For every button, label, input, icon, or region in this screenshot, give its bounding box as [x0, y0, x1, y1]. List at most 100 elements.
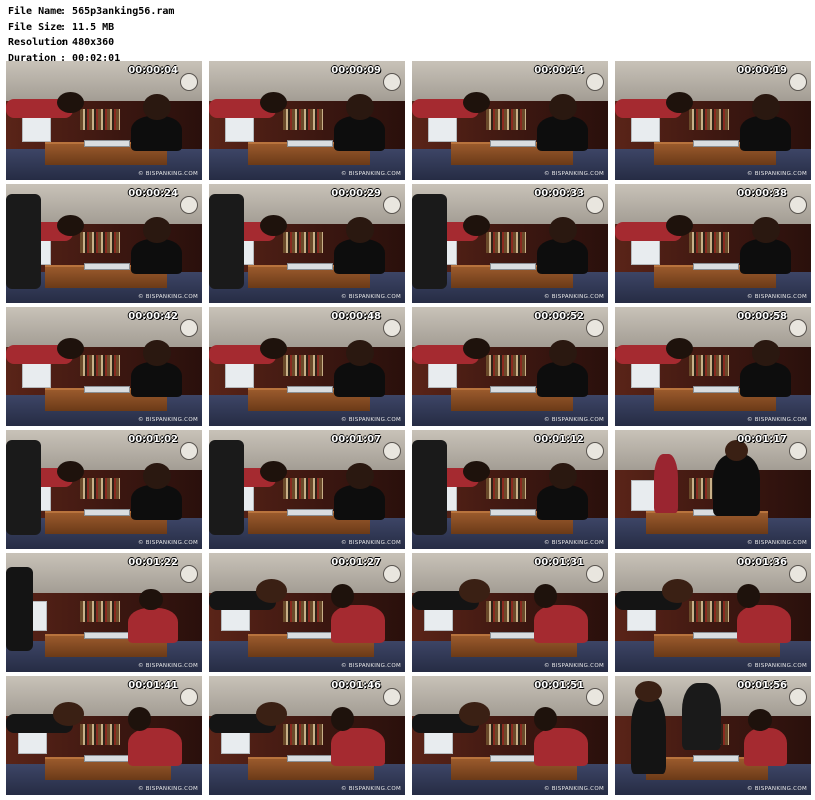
figure-head — [346, 94, 374, 121]
bookshelf — [486, 477, 526, 499]
clock-icon — [789, 442, 807, 460]
bookshelf — [689, 231, 729, 253]
figure-head — [634, 680, 663, 703]
book — [693, 754, 739, 763]
clock-icon — [586, 73, 604, 91]
figure-head — [330, 706, 355, 731]
video-thumbnail: 00:00:38 © BISPANKING.COM — [615, 184, 811, 303]
clock-icon — [180, 565, 198, 583]
thumbnail-timestamp: 00:00:19 — [737, 65, 787, 76]
figure-head — [256, 579, 288, 603]
thumbnail-timestamp: 00:00:24 — [128, 188, 178, 199]
thumbnail-timestamp: 00:00:09 — [331, 65, 381, 76]
standing-figure — [6, 193, 42, 289]
clock-icon — [180, 196, 198, 214]
clock-icon — [383, 565, 401, 583]
bookshelf — [486, 600, 526, 622]
clock-icon — [789, 688, 807, 706]
figure-head — [736, 583, 761, 608]
book — [490, 262, 536, 271]
figure-red — [127, 728, 183, 767]
watermark: © BISPANKING.COM — [137, 663, 198, 669]
watermark: © BISPANKING.COM — [543, 663, 604, 669]
figure-red — [330, 605, 386, 644]
figure-black — [537, 361, 589, 398]
clock-icon — [383, 442, 401, 460]
standing-figure-red — [654, 453, 678, 514]
figure-black — [334, 484, 386, 521]
thumbnail-timestamp: 00:01:07 — [331, 434, 381, 445]
figure-red — [330, 728, 386, 767]
clock-icon — [789, 73, 807, 91]
video-thumbnail: 00:00:09 © BISPANKING.COM — [209, 61, 405, 180]
figure-red — [744, 728, 788, 767]
figure-black — [630, 695, 666, 774]
video-thumbnail: 00:00:14 © BISPANKING.COM — [412, 61, 608, 180]
clock-icon — [586, 442, 604, 460]
figure-head — [662, 579, 694, 603]
watermark: © BISPANKING.COM — [746, 417, 807, 423]
clock-icon — [383, 73, 401, 91]
book — [84, 631, 130, 640]
file-info-value: 11.5 MB — [66, 21, 115, 33]
bookshelf — [486, 723, 526, 745]
thumbnail-timestamp: 00:00:42 — [128, 311, 178, 322]
bookshelf — [486, 108, 526, 130]
watermark: © BISPANKING.COM — [746, 294, 807, 300]
standing-figure — [6, 439, 42, 535]
thumbnail-timestamp: 00:01:12 — [534, 434, 584, 445]
figure-head — [143, 463, 171, 490]
clock-icon — [789, 196, 807, 214]
figure-red — [127, 607, 179, 644]
book — [287, 754, 333, 763]
clock-icon — [180, 442, 198, 460]
figure-black — [131, 238, 183, 275]
video-thumbnail: 00:00:33 © BISPANKING.COM — [412, 184, 608, 303]
figure-black — [131, 361, 183, 398]
figure-head — [752, 217, 780, 244]
figure-black — [131, 484, 183, 521]
figure-head — [139, 588, 163, 611]
thumbnail-timestamp: 00:00:33 — [534, 188, 584, 199]
figure-black — [740, 238, 792, 275]
book — [490, 754, 536, 763]
video-thumbnail: 00:01:41 © BISPANKING.COM — [6, 676, 202, 795]
thumbnail-timestamp: 00:01:46 — [331, 680, 381, 691]
thumbnail-timestamp: 00:01:22 — [128, 557, 178, 568]
clock-icon — [180, 688, 198, 706]
standing-figure — [6, 567, 34, 651]
video-thumbnail: 00:01:07 © BISPANKING.COM — [209, 430, 405, 549]
watermark: © BISPANKING.COM — [340, 663, 401, 669]
file-info-row: Resolution: 480x360 — [8, 35, 174, 51]
standing-figure — [681, 683, 721, 750]
watermark: © BISPANKING.COM — [746, 171, 807, 177]
bookshelf — [80, 231, 120, 253]
video-thumbnail: 00:00:19 © BISPANKING.COM — [615, 61, 811, 180]
figure-black — [537, 484, 589, 521]
book — [490, 508, 536, 517]
video-thumbnail: 00:00:29 © BISPANKING.COM — [209, 184, 405, 303]
file-info-row: File Size: 11.5 MB — [8, 20, 174, 36]
video-thumbnail: 00:01:02 © BISPANKING.COM — [6, 430, 202, 549]
watermark: © BISPANKING.COM — [137, 417, 198, 423]
watermark: © BISPANKING.COM — [340, 171, 401, 177]
figure-head — [53, 702, 85, 726]
video-thumbnail: 00:00:42 © BISPANKING.COM — [6, 307, 202, 426]
video-thumbnail: 00:01:12 © BISPANKING.COM — [412, 430, 608, 549]
figure-head — [533, 583, 558, 608]
clock-icon — [180, 319, 198, 337]
figure-head — [346, 340, 374, 367]
book — [490, 385, 536, 394]
book — [84, 508, 130, 517]
book — [287, 385, 333, 394]
bookshelf — [80, 108, 120, 130]
figure-black — [740, 361, 792, 398]
thumbnail-timestamp: 00:00:58 — [737, 311, 787, 322]
video-thumbnail: 00:00:48 © BISPANKING.COM — [209, 307, 405, 426]
video-thumbnail: 00:00:04 © BISPANKING.COM — [6, 61, 202, 180]
watermark: © BISPANKING.COM — [137, 294, 198, 300]
watermark: © BISPANKING.COM — [543, 294, 604, 300]
bookshelf — [80, 723, 120, 745]
book — [84, 262, 130, 271]
figure-head — [143, 94, 171, 121]
